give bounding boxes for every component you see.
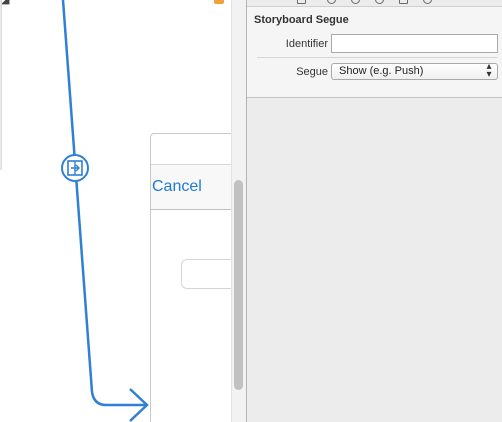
- size-inspector-tab-icon[interactable]: [399, 0, 408, 4]
- attributes-inspector-tab-icon[interactable]: [375, 0, 384, 4]
- segue-connection[interactable]: [0, 0, 246, 422]
- segue-kind-value: Show (e.g. Push): [339, 65, 424, 77]
- popup-stepper-icon: ▴ ▾: [486, 61, 492, 80]
- identifier-field[interactable]: [331, 34, 498, 53]
- storyboard-segue-section: Storyboard Segue Identifier Segue Show (…: [247, 6, 502, 98]
- segue-badge-icon[interactable]: [61, 154, 89, 182]
- storyboard-canvas[interactable]: ◢ Cancel: [0, 0, 246, 422]
- quick-help-tab-icon[interactable]: [327, 0, 336, 4]
- identifier-label: Identifier: [285, 38, 328, 50]
- segue-kind-popup[interactable]: Show (e.g. Push) ▴ ▾: [331, 61, 498, 80]
- section-divider: [257, 57, 498, 58]
- segue-label: Segue: [296, 66, 328, 78]
- canvas-scroll-thumb[interactable]: [234, 180, 243, 390]
- connections-inspector-tab-icon[interactable]: [423, 0, 432, 4]
- segue-line[interactable]: [61, 0, 147, 407]
- section-title: Storyboard Segue: [254, 14, 349, 26]
- attributes-inspector: Storyboard Segue Identifier Segue Show (…: [246, 0, 502, 422]
- file-inspector-tab-icon[interactable]: [297, 0, 306, 4]
- identity-inspector-tab-icon[interactable]: [351, 0, 360, 4]
